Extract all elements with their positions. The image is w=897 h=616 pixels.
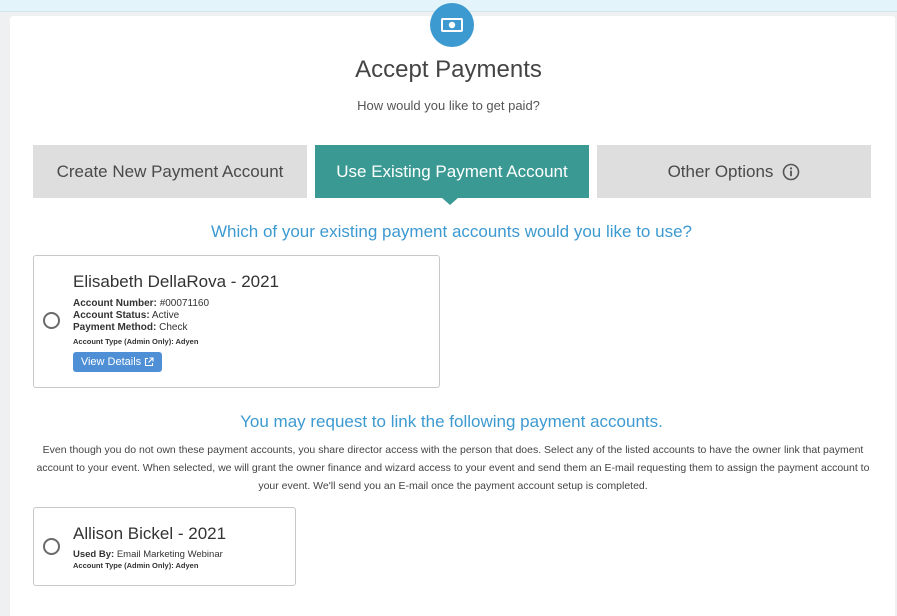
account-type-label: Account Type (Admin Only): bbox=[73, 561, 174, 570]
account-status-label: Account Status: bbox=[73, 310, 150, 321]
existing-accounts-heading: Which of your existing payment accounts … bbox=[211, 222, 692, 241]
account-type: Account Type (Admin Only): Adyen bbox=[73, 336, 198, 348]
used-by-label: Used By: bbox=[73, 549, 115, 560]
tab-create-new-account[interactable]: Create New Payment Account bbox=[33, 145, 307, 198]
payment-method-label: Payment Method: bbox=[73, 322, 157, 333]
info-icon bbox=[783, 163, 800, 180]
view-details-button[interactable]: View Details bbox=[73, 352, 162, 372]
tab-label: Use Existing Payment Account bbox=[336, 161, 568, 181]
linkable-account-radio[interactable] bbox=[43, 538, 60, 555]
used-by-value: Email Marketing Webinar bbox=[116, 549, 223, 560]
money-icon bbox=[441, 18, 463, 32]
tab-label: Other Options bbox=[667, 161, 774, 181]
link-accounts-description: Even though you do not own these payment… bbox=[36, 444, 870, 492]
active-tab-pointer bbox=[441, 197, 459, 205]
tab-label: Create New Payment Account bbox=[56, 161, 284, 181]
account-status: Account Status: Active bbox=[73, 310, 179, 322]
account-number: Account Number: #00071160 bbox=[73, 298, 209, 310]
external-link-icon bbox=[145, 357, 154, 367]
money-badge bbox=[430, 3, 474, 47]
account-name: Elisabeth DellaRova - 2021 bbox=[73, 272, 280, 291]
page-subtitle: How would you like to get paid? bbox=[357, 98, 540, 113]
account-number-value: #00071160 bbox=[159, 298, 209, 309]
existing-account-radio[interactable] bbox=[43, 312, 60, 329]
payment-method-value: Check bbox=[159, 322, 188, 333]
account-type-label: Account Type (Admin Only): bbox=[73, 337, 174, 346]
account-type-value: Adyen bbox=[175, 337, 199, 346]
payment-method: Payment Method: Check bbox=[73, 322, 187, 334]
tab-other-options[interactable]: Other Options bbox=[597, 145, 871, 198]
account-type-value: Adyen bbox=[175, 561, 199, 570]
tab-use-existing-account[interactable]: Use Existing Payment Account bbox=[315, 145, 589, 198]
account-status-value: Active bbox=[151, 310, 180, 321]
linkable-account-name: Allison Bickel - 2021 bbox=[73, 524, 227, 543]
linkable-account-type: Account Type (Admin Only): Adyen bbox=[73, 560, 198, 572]
account-number-label: Account Number: bbox=[73, 298, 157, 309]
view-details-label: View Details bbox=[80, 356, 142, 368]
page-title: Accept Payments bbox=[355, 56, 542, 83]
linkable-account-card[interactable] bbox=[33, 507, 296, 586]
link-accounts-heading: You may request to link the following pa… bbox=[240, 412, 663, 431]
